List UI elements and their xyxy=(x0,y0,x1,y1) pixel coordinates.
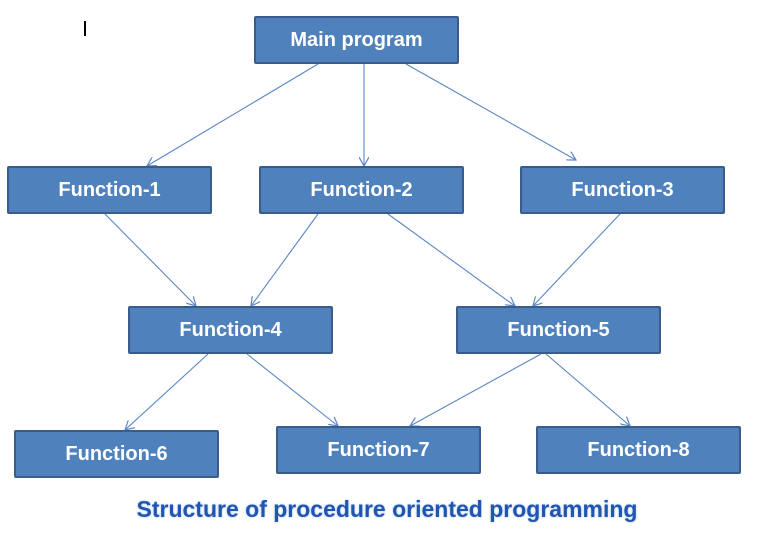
node-function-8[interactable]: Function-8 xyxy=(536,426,741,474)
edge-f2-to-f4 xyxy=(251,213,319,306)
edge-f4-to-f7 xyxy=(246,353,338,426)
node-function-1[interactable]: Function-1 xyxy=(7,166,212,214)
edge-main-to-f3 xyxy=(405,63,576,160)
edge-f5-to-f8 xyxy=(545,353,630,426)
node-function-3[interactable]: Function-3 xyxy=(520,166,725,214)
node-function-6[interactable]: Function-6 xyxy=(14,430,219,478)
edge-f1-to-f4 xyxy=(104,213,196,306)
node-function-7[interactable]: Function-7 xyxy=(276,426,481,474)
edge-f5-to-f7 xyxy=(410,353,542,426)
diagram-caption: Structure of procedure oriented programm… xyxy=(136,496,638,522)
edge-main-to-f1 xyxy=(147,63,319,166)
edge-f3-to-f5 xyxy=(533,213,621,306)
node-function-5[interactable]: Function-5 xyxy=(456,306,661,354)
edge-f4-to-f6 xyxy=(125,353,209,430)
edge-f2-to-f5 xyxy=(387,213,515,306)
node-function-2[interactable]: Function-2 xyxy=(259,166,464,214)
node-function-4[interactable]: Function-4 xyxy=(128,306,333,354)
node-main-program[interactable]: Main program xyxy=(254,16,459,64)
